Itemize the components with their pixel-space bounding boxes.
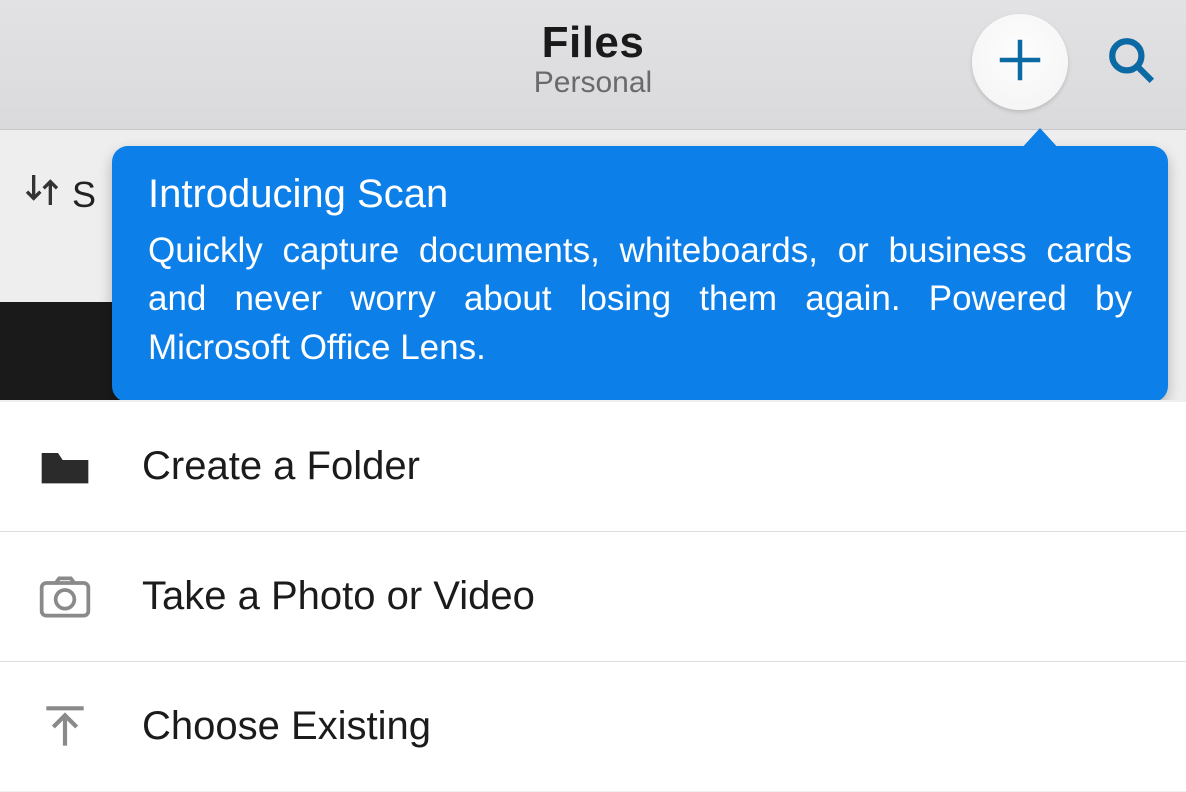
callout-body: Quickly capture documents, whiteboards, … — [148, 227, 1132, 372]
menu-label: Create a Folder — [142, 444, 420, 489]
top-section: Files Personal S Introducing Scan Quickl… — [0, 0, 1186, 400]
scan-callout[interactable]: Introducing Scan Quickly capture documen… — [112, 146, 1168, 400]
callout-arrow — [1020, 128, 1060, 150]
folder-icon — [36, 438, 94, 496]
plus-icon — [993, 33, 1047, 92]
sort-label-fragment: S — [72, 174, 96, 216]
action-menu: Create a Folder Take a Photo or Video Ch… — [0, 400, 1186, 792]
upload-icon — [36, 698, 94, 756]
menu-label: Choose Existing — [142, 704, 431, 749]
sort-row[interactable]: S — [22, 170, 96, 219]
menu-item-create-folder[interactable]: Create a Folder — [0, 402, 1186, 532]
search-button[interactable] — [1106, 35, 1156, 90]
camera-icon — [36, 568, 94, 626]
add-button[interactable] — [972, 14, 1068, 110]
menu-item-choose-existing[interactable]: Choose Existing — [0, 662, 1186, 792]
menu-label: Take a Photo or Video — [142, 574, 535, 619]
search-icon — [1106, 72, 1156, 89]
sort-icon — [22, 170, 62, 219]
menu-item-take-photo[interactable]: Take a Photo or Video — [0, 532, 1186, 662]
header-bar: Files Personal — [0, 0, 1186, 130]
header-actions — [972, 14, 1156, 110]
callout-title: Introducing Scan — [148, 172, 1132, 217]
